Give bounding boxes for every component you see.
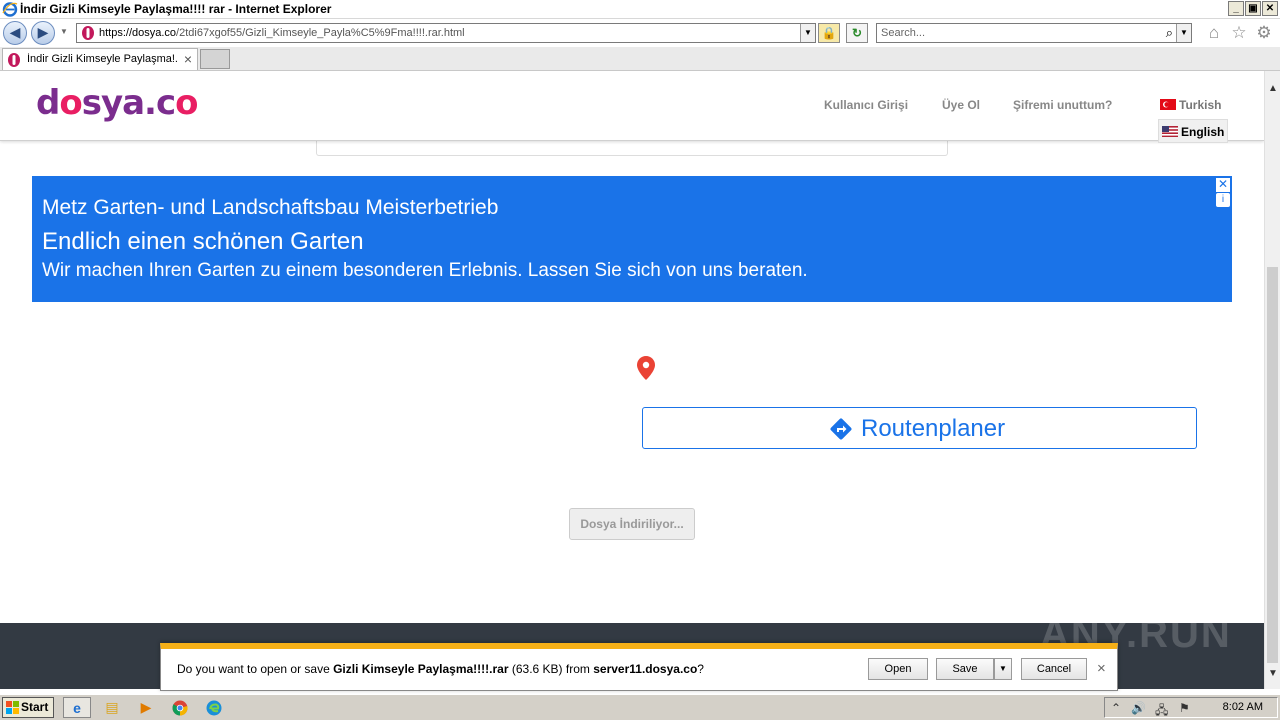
clock[interactable]: 8:02 AM — [1223, 701, 1263, 713]
close-window-button[interactable]: ✕ — [1262, 1, 1278, 16]
save-button[interactable]: Save — [936, 658, 994, 680]
scrollbar-thumb[interactable] — [1267, 267, 1278, 663]
taskbar-explorer-icon[interactable]: ▤ — [98, 697, 126, 718]
nav-login-link[interactable]: Kullanıcı Girişi — [824, 98, 908, 112]
taskbar-chrome-icon[interactable] — [166, 697, 194, 718]
turkey-flag-icon — [1160, 99, 1176, 110]
nav-register-link[interactable]: Üye Ol — [942, 98, 980, 112]
system-tray: ⌃ 🔊 🖧 ⚑ 8:02 AM — [1104, 697, 1278, 718]
taskbar-media-player-icon[interactable]: ▶ — [132, 697, 160, 718]
scroll-down-arrow-icon[interactable]: ▼ — [1265, 668, 1280, 679]
search-icon[interactable]: ⌕ — [1166, 25, 1173, 41]
home-icon[interactable]: ⌂ — [1204, 23, 1224, 43]
directions-icon — [830, 418, 852, 440]
start-button[interactable]: Start — [2, 697, 54, 718]
window-title-bar: İndir Gizli Kimseyle Paylaşma!!!! rar - … — [0, 0, 1280, 19]
internet-explorer-icon — [2, 2, 18, 17]
ad-close-icon[interactable]: ✕ — [1216, 178, 1230, 192]
notification-close-icon[interactable]: × — [1097, 660, 1106, 677]
action-center-flag-icon[interactable]: ⚑ — [1179, 701, 1190, 715]
prompt-size: (63.6 KB) from — [508, 662, 594, 676]
download-status-button[interactable]: Dosya İndiriliyor... — [569, 508, 695, 540]
taskbar-ie-icon[interactable]: e — [63, 697, 91, 718]
content-box-edge — [316, 141, 948, 156]
refresh-icon[interactable]: ↻ — [846, 23, 868, 43]
ad-description: Wir machen Ihren Garten zu einem besonde… — [42, 260, 808, 281]
address-dropdown-icon[interactable]: ▼ — [800, 24, 815, 42]
site-header: dosya.co Kullanıcı Girişi Üye Ol Şifremi… — [0, 71, 1264, 143]
site-logo[interactable]: dosya.co — [36, 83, 199, 123]
forward-button[interactable]: ▶ — [31, 21, 55, 45]
volume-icon[interactable]: 🔊 — [1131, 701, 1146, 715]
route-planner-button[interactable]: Routenplaner — [642, 407, 1197, 449]
search-dropdown-icon[interactable]: ▼ — [1176, 24, 1191, 42]
ad-title: Endlich einen schönen Garten — [42, 228, 364, 255]
dosya-favicon-icon — [82, 26, 94, 40]
back-button[interactable]: ◀ — [3, 21, 27, 45]
download-notification-bar: Do you want to open or save Gizli Kimsey… — [160, 643, 1118, 691]
tab-strip: İndir Gizli Kimseyle Paylaşma!... × — [0, 47, 1280, 71]
window-title: İndir Gizli Kimseyle Paylaşma!!!! rar - … — [20, 2, 332, 16]
address-bar[interactable]: https://dosya.co/2tdi67xgof55/Gizli_Kims… — [76, 23, 816, 43]
dosya-favicon-icon — [8, 53, 20, 67]
start-label: Start — [21, 700, 49, 714]
tab-label: İndir Gizli Kimseyle Paylaşma!... — [27, 53, 179, 65]
windows-logo-icon — [6, 701, 19, 714]
settings-gear-icon[interactable]: ⚙ — [1254, 23, 1274, 43]
taskbar-edge-icon[interactable] — [200, 697, 228, 718]
map-pin-icon — [637, 356, 655, 380]
ad-headline: Metz Garten- und Landschaftsbau Meisterb… — [42, 196, 499, 219]
address-url[interactable]: https://dosya.co/2tdi67xgof55/Gizli_Kims… — [99, 27, 465, 39]
minimize-button[interactable]: _ — [1228, 1, 1244, 16]
search-box[interactable]: Search... ⌕ ▼ — [876, 23, 1192, 43]
search-placeholder: Search... — [881, 27, 926, 39]
ad-banner[interactable]: Metz Garten- und Landschaftsbau Meisterb… — [32, 176, 1232, 302]
vertical-scrollbar[interactable]: ▲ ▼ — [1264, 71, 1280, 689]
prompt-post: ? — [697, 662, 704, 676]
new-tab-button[interactable] — [200, 49, 230, 69]
lang-english-option[interactable]: English — [1158, 119, 1228, 143]
nav-forgot-password-link[interactable]: Şifremi unuttum? — [1013, 98, 1112, 112]
network-icon[interactable]: 🖧 — [1155, 701, 1168, 722]
taskbar: Start e ▤ ▶ ⌃ 🔊 🖧 ⚑ 8:02 AM — [0, 694, 1280, 720]
us-flag-icon — [1162, 126, 1178, 137]
lang-turkish-label: Turkish — [1179, 98, 1222, 112]
page-viewport: dosya.co Kullanıcı Girişi Üye Ol Şifremi… — [0, 71, 1264, 689]
url-path: /2tdi67xgof55/Gizli_Kimseyle_Payla%C5%9F… — [176, 27, 465, 39]
lang-turkish-option[interactable]: Turkish — [1160, 98, 1221, 112]
maximize-button[interactable]: ▣ — [1245, 1, 1261, 16]
scroll-up-arrow-icon[interactable]: ▲ — [1265, 83, 1280, 94]
favorites-star-icon[interactable]: ☆ — [1229, 23, 1249, 43]
prompt-pre: Do you want to open or save — [177, 662, 334, 676]
prompt-server: server11.dosya.co — [593, 662, 698, 676]
prompt-filename: Gizli Kimseyle Paylaşma!!!!.rar — [333, 662, 509, 676]
security-lock-icon[interactable]: 🔒 — [818, 23, 840, 43]
save-options-dropdown-icon[interactable]: ▼ — [994, 658, 1012, 680]
tab-close-icon[interactable]: × — [184, 51, 192, 67]
url-host: https://dosya.co — [99, 27, 177, 39]
lang-english-label: English — [1181, 125, 1225, 139]
tab-active[interactable]: İndir Gizli Kimseyle Paylaşma!... × — [2, 48, 198, 70]
navigation-bar: ◀ ▶ ▼ https://dosya.co/2tdi67xgof55/Gizl… — [0, 19, 1280, 47]
history-dropdown-icon[interactable]: ▼ — [60, 27, 68, 36]
ad-info-icon[interactable]: i — [1216, 193, 1230, 207]
cancel-button[interactable]: Cancel — [1021, 658, 1087, 680]
open-button[interactable]: Open — [868, 658, 928, 680]
download-prompt: Do you want to open or save Gizli Kimsey… — [177, 662, 704, 676]
route-planner-label: Routenplaner — [861, 415, 1006, 442]
tray-expand-icon[interactable]: ⌃ — [1111, 701, 1121, 715]
